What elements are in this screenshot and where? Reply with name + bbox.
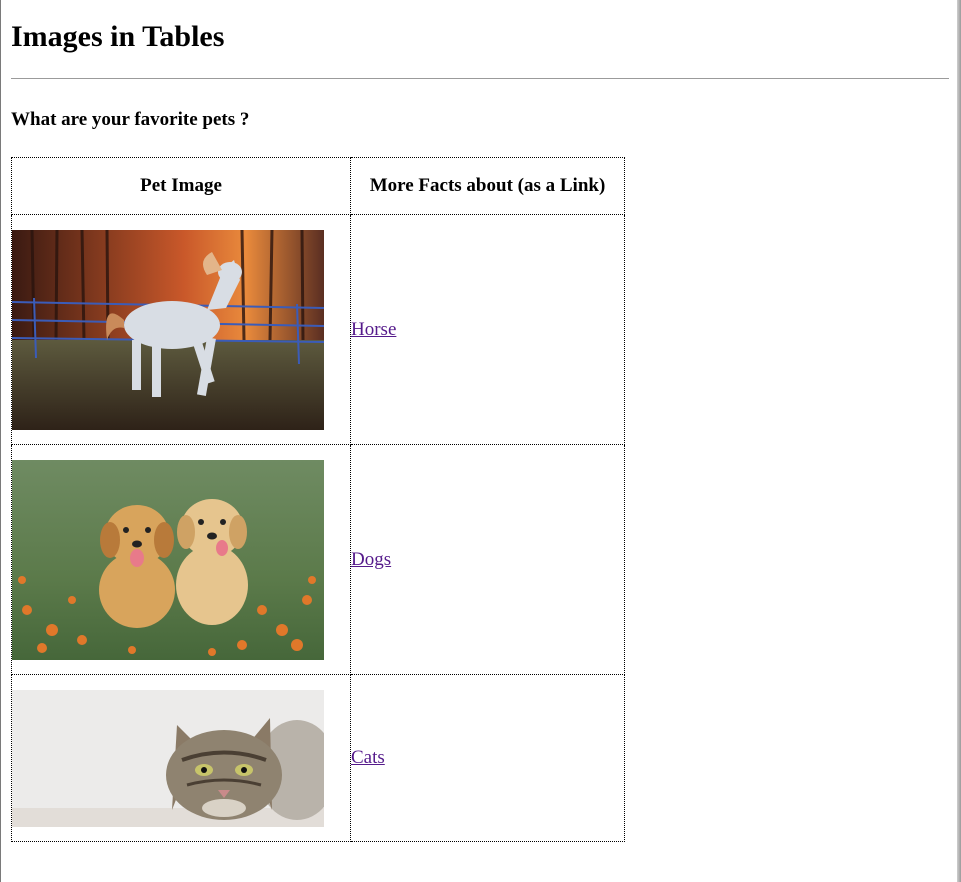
header-pet-image: Pet Image — [11, 157, 351, 215]
table-row: Cats — [11, 674, 625, 842]
horse-photo — [12, 229, 324, 430]
dogs-photo — [12, 459, 324, 660]
pet-image-cell — [11, 214, 351, 445]
pet-image-cell — [11, 444, 351, 675]
window-scrollbar-edge — [957, 0, 961, 882]
page-title: Images in Tables — [11, 20, 225, 53]
pet-link-cell: Cats — [350, 674, 625, 842]
pet-link-cell: Horse — [350, 214, 625, 445]
pet-link-cell: Dogs — [350, 444, 625, 675]
table-header-row: Pet Image More Facts about (as a Link) — [11, 157, 625, 215]
dogs-link[interactable]: Dogs — [351, 549, 391, 570]
pets-table: Pet Image More Facts about (as a Link) H… — [11, 157, 625, 842]
header-more-facts: More Facts about (as a Link) — [350, 157, 625, 215]
horizontal-rule — [11, 78, 949, 79]
horse-link[interactable]: Horse — [351, 319, 396, 340]
pet-image-cell — [11, 674, 351, 842]
question-heading: What are your favorite pets ? — [11, 109, 250, 130]
table-row: Dogs — [11, 444, 625, 675]
table-row: Horse — [11, 214, 625, 445]
cat-photo — [12, 689, 324, 827]
window-left-border — [0, 0, 1, 882]
cats-link[interactable]: Cats — [351, 747, 385, 768]
